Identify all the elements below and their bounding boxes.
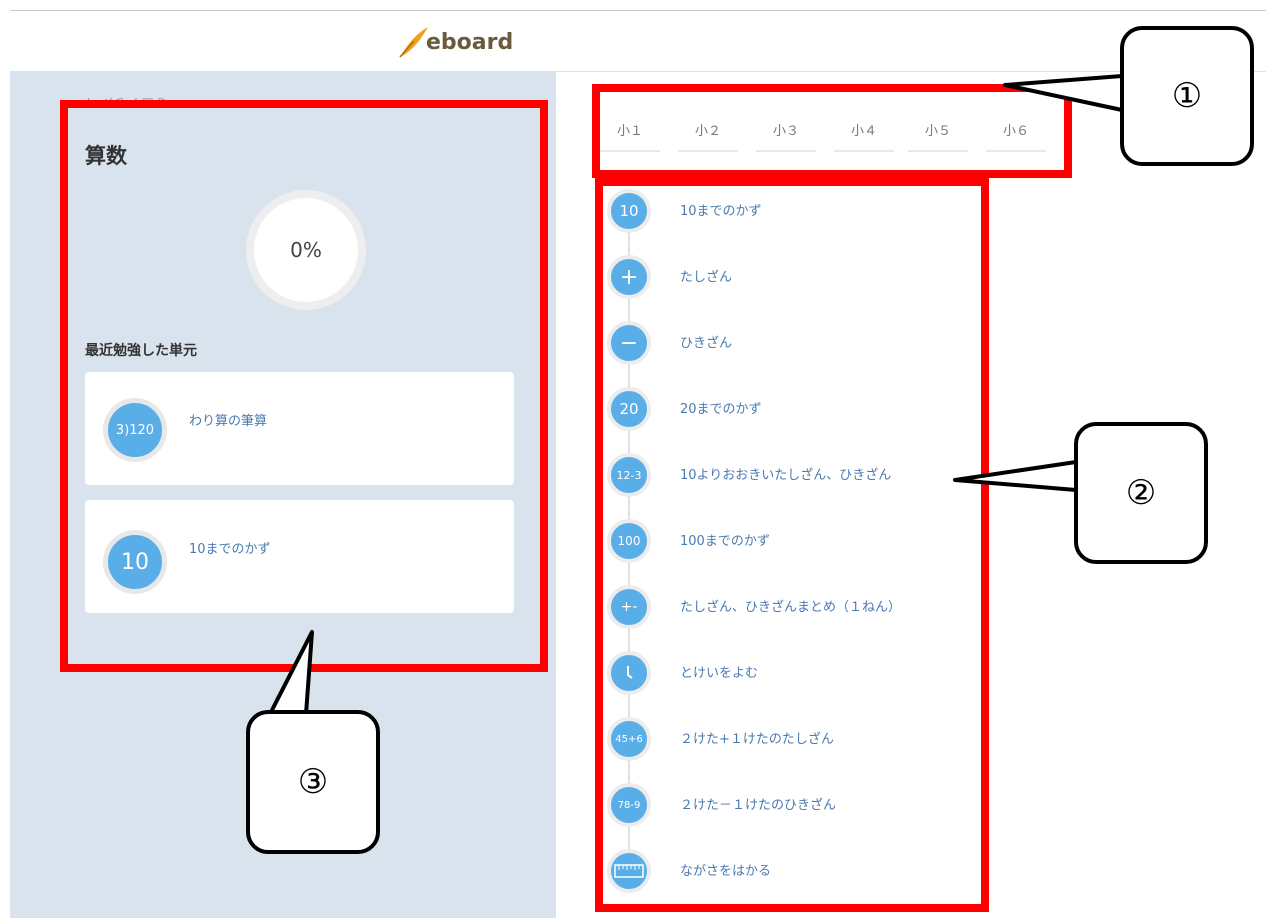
unit-label: 100までのかず [680,534,770,549]
callout-2: ② [1074,422,1208,564]
unit-label: 10よりおおきいたしざん、ひきざん [680,468,892,483]
unit-item[interactable]: − ひきざん [600,318,980,368]
tab-grade-4[interactable]: 小４ [834,120,894,152]
callout-3-label: ③ [297,762,329,802]
unit-label: とけいをよむ [680,666,759,681]
subject-title: 算数 [85,144,127,168]
number-10-icon-text: 10 [121,549,149,575]
unit-item[interactable]: 10 10までのかず [600,186,980,236]
unit-label: 10までのかず [680,204,762,219]
callout-2-label: ② [1125,473,1157,513]
unit-icon-text: 78-9 [617,799,641,811]
tab-grade-1[interactable]: 小１ [600,120,660,152]
plus-minus-icon: +- [607,585,651,629]
ruler-icon [607,849,651,893]
unit-item[interactable]: 20 20までのかず [600,384,980,434]
division-icon-text: 3)120 [115,422,155,438]
unit-icon-text: − [619,330,639,356]
tab-grade-6[interactable]: 小６ [986,120,1046,152]
unit-label: 20までのかず [680,402,762,417]
recent-unit-card[interactable]: 10 10までのかず [85,500,514,613]
unit-item[interactable]: 78-9 ２けた－１けたのひきざん [600,780,980,830]
number-10-icon: 10 [103,530,167,594]
unit-icon-text: 10 [619,202,639,220]
unit-item[interactable]: 12-3 10よりおおきいたしざん、ひきざん [600,450,980,500]
unit-icon-text: + [619,264,639,290]
unit-label: ながさをはかる [680,864,772,879]
unit-item[interactable]: とけいをよむ [600,648,980,698]
tab-grade-2[interactable]: 小２ [678,120,738,152]
unit-list: 10 10までのかず + たしざん − ひきざん 20 20までのかず 12-3… [600,186,980,896]
progress-value: 0% [290,238,322,262]
unit-label: たしざん [680,270,733,285]
eboard-logo[interactable]: eboard [396,25,513,59]
subtraction-12-3-icon: 12-3 [607,453,651,497]
unit-label: ２けた+１けたのたしざん [680,732,834,747]
recent-unit-card[interactable]: 3)120 わり算の筆算 [85,372,514,485]
number-20-icon: 20 [607,387,651,431]
recent-units-heading: 最近勉強した単元 [85,343,197,359]
tab-grade-3[interactable]: 小３ [756,120,816,152]
number-100-icon: 100 [607,519,651,563]
unit-icon-text: 12-3 [616,468,642,482]
grade-tabs: 小１ 小２ 小３ 小４ 小５ 小６ [600,120,1050,152]
top-bar: eboard [10,10,1266,72]
unit-item[interactable]: 45+6 ２けた+１けたのたしざん [600,714,980,764]
callout-1: ① [1120,26,1254,166]
feather-icon [399,27,428,58]
unit-label: ２けた－１けたのひきざん [680,798,837,813]
plus-icon: + [607,255,651,299]
recent-unit-label: 10までのかず [189,542,271,557]
unit-icon-text: 45+6 [615,733,643,745]
number-10-icon: 10 [607,189,651,233]
back-link[interactable]: く マイノート [85,98,167,112]
unit-item[interactable]: ながさをはかる [600,846,980,896]
division-icon: 3)120 [103,398,167,462]
tab-grade-5[interactable]: 小５ [908,120,968,152]
unit-label: ひきざん [680,336,733,351]
subtraction-78-9-icon: 78-9 [607,783,651,827]
unit-icon-text: 20 [619,400,639,418]
unit-icon-text: 100 [617,534,641,548]
progress-indicator: 0% [246,190,366,310]
logo-text: eboard [426,29,514,55]
unit-item[interactable]: + たしざん [600,252,980,302]
addition-45-6-icon: 45+6 [607,717,651,761]
recent-unit-label: わり算の筆算 [189,414,268,429]
unit-item[interactable]: 100 100までのかず [600,516,980,566]
unit-icon-text: +- [620,599,638,615]
minus-icon: − [607,321,651,365]
unit-item[interactable]: +- たしざん、ひきざんまとめ（１ねん） [600,582,980,632]
unit-label: たしざん、ひきざんまとめ（１ねん） [680,600,902,615]
clock-icon [607,651,651,695]
callout-3: ③ [246,710,380,854]
callout-1-label: ① [1171,76,1203,116]
